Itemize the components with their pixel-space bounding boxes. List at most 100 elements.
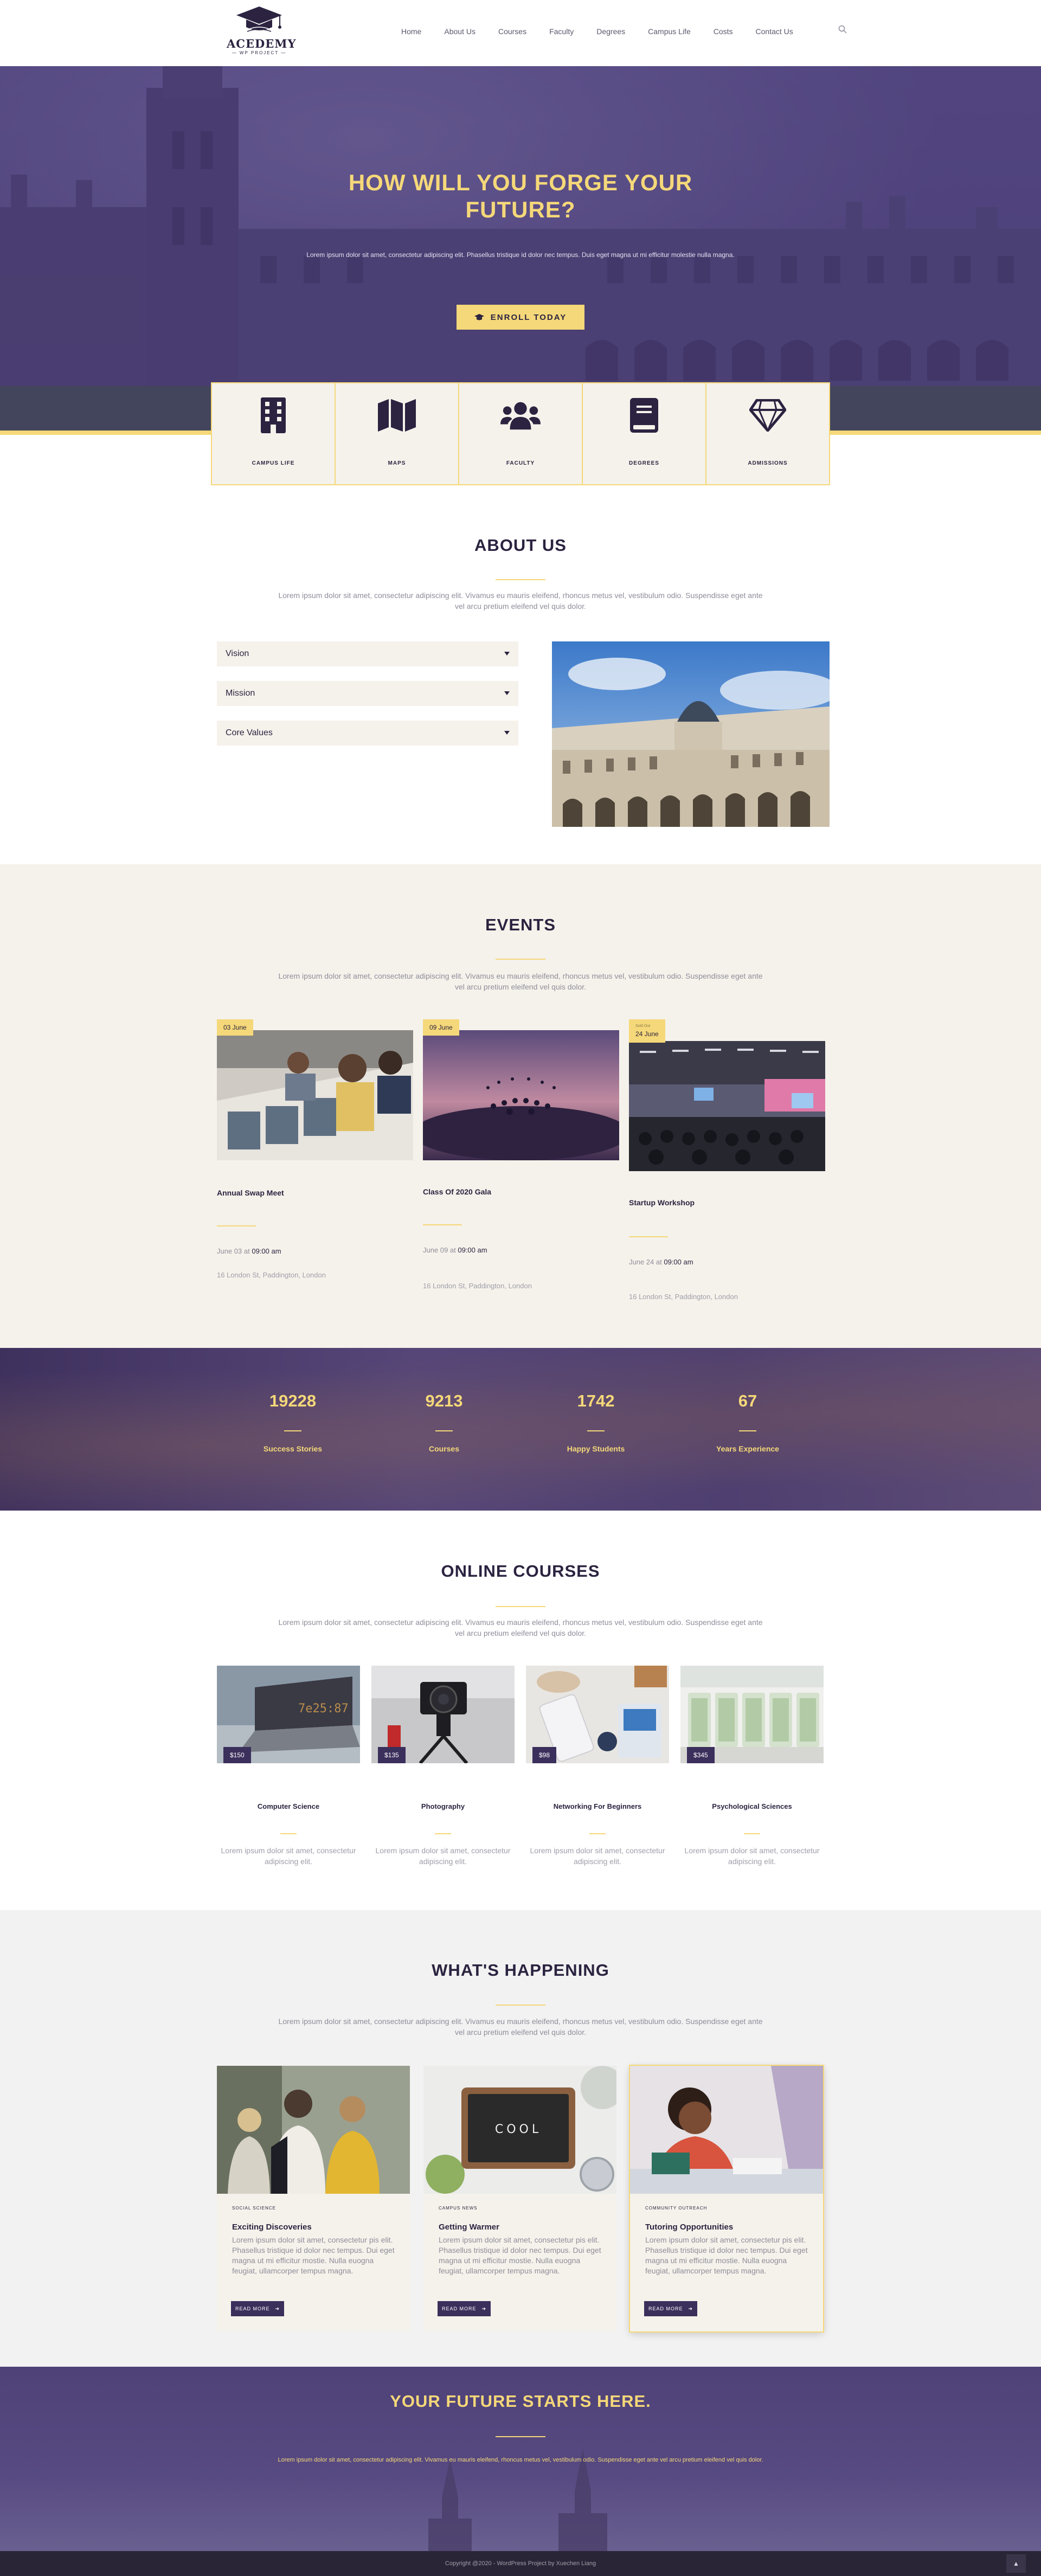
events-title-bar (496, 959, 545, 960)
event-title[interactable]: Startup Workshop (629, 1198, 695, 1207)
event-location: 16 London St, Paddington, London (629, 1293, 738, 1301)
event-image-swap-meet[interactable] (217, 1030, 413, 1160)
nav-faculty[interactable]: Faculty (549, 27, 574, 36)
course-title: Photography (421, 1802, 465, 1810)
feature-admissions[interactable]: ADMISSIONS (706, 383, 829, 484)
page: ACEDEMY — WP PROJECT — Home About Us Cou… (0, 0, 1041, 2576)
course-price: $98 (532, 1747, 557, 1763)
news-image-tutoring (630, 2066, 823, 2194)
course-card[interactable]: $98 Networking For Beginners Lorem ipsum… (526, 1666, 669, 1867)
event-location: 16 London St, Paddington, London (217, 1271, 326, 1279)
nav-courses[interactable]: Courses (498, 27, 526, 36)
graduation-cap-logo-icon (236, 7, 282, 32)
chevron-down-icon (504, 652, 510, 656)
enroll-label: ENROLL TODAY (490, 312, 567, 322)
nav-contact-us[interactable]: Contact Us (756, 27, 793, 36)
course-title: Psychological Sciences (712, 1802, 792, 1810)
course-image-photography: $135 (371, 1666, 515, 1763)
stat-value: 67 (738, 1391, 757, 1410)
news-tag: COMMUNITY OUTREACH (645, 2206, 708, 2211)
event-datetime: June 24 at 09:00 am (629, 1258, 693, 1266)
search-icon[interactable] (838, 25, 847, 34)
course-image-networking: $98 (526, 1666, 669, 1763)
read-more-button[interactable]: READ MORE ➔ (231, 2301, 284, 2316)
accordion-label: Core Values (226, 728, 273, 737)
course-image-computer-science: 7e25:87 $150 (217, 1666, 360, 1763)
hero-section: HOW WILL YOU FORGE YOUR FUTURE? Lorem ip… (0, 66, 1041, 435)
courses-title-bar (496, 1606, 545, 1607)
news-card[interactable]: COMMUNITY OUTREACH Tutoring Opportunitie… (630, 2066, 823, 2331)
enroll-today-button[interactable]: ENROLL TODAY (457, 305, 584, 330)
stat-success-stories: 19228 Success Stories (222, 1391, 363, 1453)
svg-text:7e25:87: 7e25:87 (298, 1702, 349, 1716)
course-price: $150 (223, 1747, 251, 1763)
event-image-gala[interactable] (423, 1030, 619, 1160)
news-title[interactable]: Tutoring Opportunities (645, 2222, 823, 2232)
feature-campus-life[interactable]: CAMPUS LIFE (212, 383, 336, 484)
stat-label: Courses (428, 1444, 460, 1453)
course-card[interactable]: $135 Photography Lorem ipsum dolor sit a… (371, 1666, 515, 1867)
news-card[interactable]: SOCIAL SCIENCE Exciting Discoveries Lore… (217, 2066, 410, 2331)
nav-degrees[interactable]: Degrees (596, 27, 625, 36)
feature-label: MAPS (388, 460, 406, 466)
nav-about-us[interactable]: About Us (444, 27, 475, 36)
news-image-discoveries (217, 2066, 410, 2194)
read-more-button[interactable]: READ MORE ➔ (438, 2301, 491, 2316)
site-header: ACEDEMY — WP PROJECT — Home About Us Cou… (0, 0, 1041, 66)
course-card[interactable]: $345 Psychological Sciences Lorem ipsum … (680, 1666, 824, 1867)
news-card[interactable]: COOL CAMPUS NEWS Getting Warmer Lorem ip… (423, 2066, 616, 2331)
about-title: ABOUT US (474, 536, 567, 555)
logo-subtitle: — WP PROJECT — (232, 50, 287, 55)
chevron-up-icon: ▲ (1013, 2560, 1019, 2567)
feature-maps[interactable]: MAPS (336, 383, 459, 484)
news-text: Lorem ipsum dolor sit amet, consectetur … (232, 2235, 395, 2275)
graduation-cap-icon (474, 314, 484, 320)
back-to-top-button[interactable]: ▲ (1006, 2554, 1026, 2573)
chevron-down-icon (504, 691, 510, 695)
about-text: Lorem ipsum dolor sit amet, consectetur … (278, 591, 763, 611)
course-image-psychology: $345 (680, 1666, 824, 1763)
stat-value: 1742 (577, 1391, 615, 1410)
site-logo[interactable]: ACEDEMY — WP PROJECT — (227, 3, 295, 63)
stat-label: Success Stories (263, 1444, 323, 1453)
board-text: COOL (495, 2123, 542, 2136)
cta-title-bar (496, 2436, 545, 2437)
hero-text: Lorem ipsum dolor sit amet, consectetur … (306, 251, 735, 259)
main-nav: Home About Us Courses Faculty Degrees Ca… (401, 25, 847, 36)
event-title[interactable]: Class Of 2020 Gala (423, 1187, 491, 1196)
hero-title: HOW WILL YOU FORGE YOUR FUTURE? (348, 170, 693, 222)
news-title[interactable]: Exciting Discoveries (232, 2222, 410, 2232)
events-title: EVENTS (485, 915, 556, 934)
stats-section: 19228 Success Stories 9213 Courses 1742 … (0, 1348, 1041, 1511)
event-title[interactable]: Annual Swap Meet (217, 1189, 284, 1197)
read-more-button[interactable]: READ MORE ➔ (644, 2301, 697, 2316)
news-title[interactable]: Getting Warmer (439, 2222, 616, 2232)
feature-faculty[interactable]: FACULTY (459, 383, 583, 484)
course-title: Computer Science (257, 1802, 320, 1810)
stat-value: 19228 (269, 1391, 317, 1410)
building-icon (261, 397, 286, 433)
happening-title-bar (496, 2005, 545, 2006)
course-card[interactable]: 7e25:87 $150 Computer Science Lorem ipsu… (217, 1666, 360, 1867)
news-tag: SOCIAL SCIENCE (232, 2206, 276, 2211)
courses-title: ONLINE COURSES (441, 1562, 600, 1581)
course-text: Lorem ipsum dolor sit amet, consectetur … (375, 1846, 511, 1866)
course-text: Lorem ipsum dolor sit amet, consectetur … (684, 1846, 820, 1866)
arrow-right-icon: ➔ (688, 2305, 693, 2311)
accordion-vision[interactable]: Vision (217, 641, 518, 666)
course-price: $345 (687, 1747, 715, 1763)
nav-home[interactable]: Home (401, 27, 421, 36)
news-text: Lorem ipsum dolor sit amet, consectetur … (439, 2235, 601, 2275)
nav-campus-life[interactable]: Campus Life (648, 27, 691, 36)
happening-title: WHAT'S HAPPENING (432, 1961, 609, 1980)
feature-label: FACULTY (506, 460, 535, 466)
event-image-workshop[interactable] (629, 1041, 825, 1171)
courses-text: Lorem ipsum dolor sit amet, consectetur … (278, 1618, 763, 1637)
map-icon (378, 399, 416, 432)
accordion-core-values[interactable]: Core Values (217, 721, 518, 746)
nav-costs[interactable]: Costs (714, 27, 733, 36)
feature-degrees[interactable]: DEGREES (583, 383, 706, 484)
feature-boxes: CAMPUS LIFE MAPS FACULTY DEGREES ADMISSI… (211, 382, 830, 485)
cta-title: YOUR FUTURE STARTS HERE. (390, 2392, 651, 2411)
accordion-mission[interactable]: Mission (217, 681, 518, 706)
